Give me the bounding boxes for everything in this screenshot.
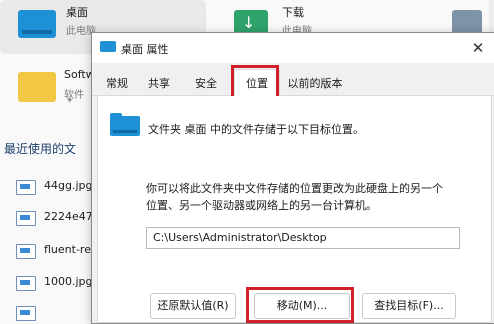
recent-file-name[interactable]: 1000.jpg <box>44 275 93 288</box>
image-file-icon <box>16 244 36 259</box>
recent-file-name[interactable]: fluent-re <box>44 243 91 256</box>
dialog-titlebar[interactable]: 桌面 属性 ✕ <box>92 33 494 63</box>
quick-access-software[interactable]: Softw 软件 <box>0 62 95 112</box>
image-file-icon <box>16 276 36 291</box>
find-target-button[interactable]: 查找目标(F)... <box>362 293 456 319</box>
download-arrow-icon: ↓ <box>242 13 256 32</box>
desktop-folder-icon-base <box>22 30 52 34</box>
tab-strip: 常规 共享 安全 位置 以前的版本 <box>92 69 494 98</box>
tab-general[interactable]: 常规 <box>102 73 132 95</box>
tab-sharing[interactable]: 共享 <box>144 73 174 95</box>
description-line-2: 位置、另一个驱动器或网络上的另一台计算机。 <box>146 199 377 212</box>
restore-default-button[interactable]: 还原默认值(R) <box>150 293 236 319</box>
recent-file-name[interactable]: 2224e47 <box>44 210 93 223</box>
dialog-title: 桌面 属性 <box>121 43 169 56</box>
pin-icon: ✦ <box>66 96 74 106</box>
move-button-highlight <box>246 287 354 323</box>
recent-files-heading: 最近使用的文 <box>4 142 77 156</box>
quick-access-desktop-name: 桌面 <box>66 6 88 19</box>
location-heading: 文件夹 桌面 中的文件存储于以下目标位置。 <box>148 123 364 136</box>
close-button[interactable]: ✕ <box>467 37 489 59</box>
image-file-icon <box>16 211 36 226</box>
folder-properties-dialog: 桌面 属性 ✕ 常规 共享 安全 位置 以前的版本 文件夹 桌面 中的文件存储于… <box>91 32 494 324</box>
description-line-1: 你可以将此文件夹中文件存储的位置更改为此硬盘上的另一个 <box>146 182 443 195</box>
folder-path-input[interactable] <box>146 227 460 249</box>
desktop-folder-icon <box>110 113 140 136</box>
tab-location-highlight <box>231 65 279 100</box>
folder-icon <box>100 41 116 52</box>
recent-file-name[interactable]: 44gg.jpg <box>44 179 92 192</box>
software-folder-icon <box>18 72 56 102</box>
image-file-icon <box>16 180 36 195</box>
quick-access-downloads-name: 下载 <box>282 6 304 19</box>
tab-previous-versions[interactable]: 以前的版本 <box>282 73 348 95</box>
tab-security[interactable]: 安全 <box>191 73 221 95</box>
